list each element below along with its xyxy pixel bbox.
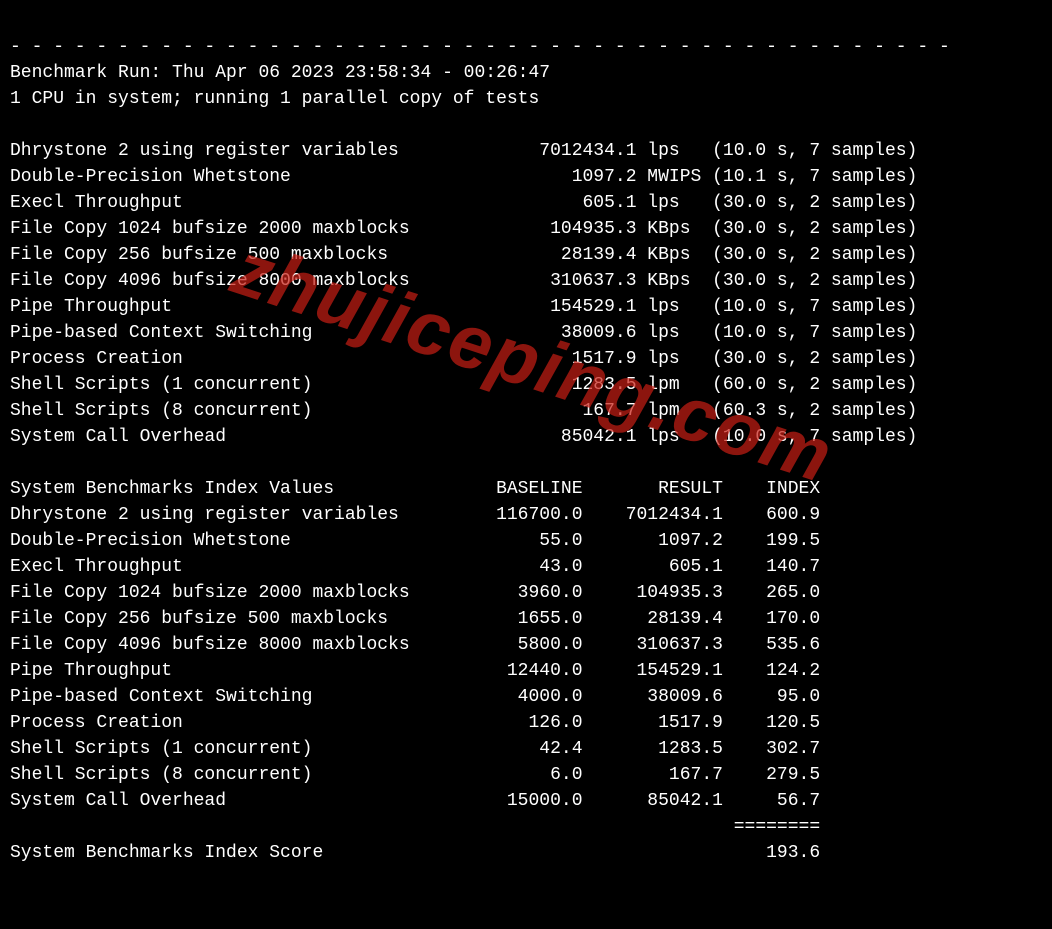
final-score-line: System Benchmarks Index Score 193.6 bbox=[10, 843, 820, 863]
cpu-info-line: 1 CPU in system; running 1 parallel copy… bbox=[10, 89, 539, 109]
index-header-line: System Benchmarks Index Values BASELINE … bbox=[10, 479, 820, 499]
separator-line: ======== bbox=[10, 817, 820, 837]
dash-line: - - - - - - - - - - - - - - - - - - - - … bbox=[10, 37, 950, 57]
terminal-output: - - - - - - - - - - - - - - - - - - - - … bbox=[0, 0, 1052, 900]
benchmark-run-line: Benchmark Run: Thu Apr 06 2023 23:58:34 … bbox=[10, 63, 550, 83]
index-values-block: Dhrystone 2 using register variables 116… bbox=[10, 505, 820, 811]
benchmark-results-block: Dhrystone 2 using register variables 701… bbox=[10, 141, 917, 447]
